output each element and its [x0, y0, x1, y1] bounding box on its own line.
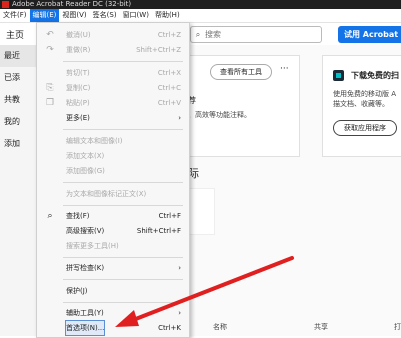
arrow-shaft: [126, 256, 294, 324]
arrow-head: [115, 310, 139, 327]
annotation-arrow: [115, 256, 294, 327]
